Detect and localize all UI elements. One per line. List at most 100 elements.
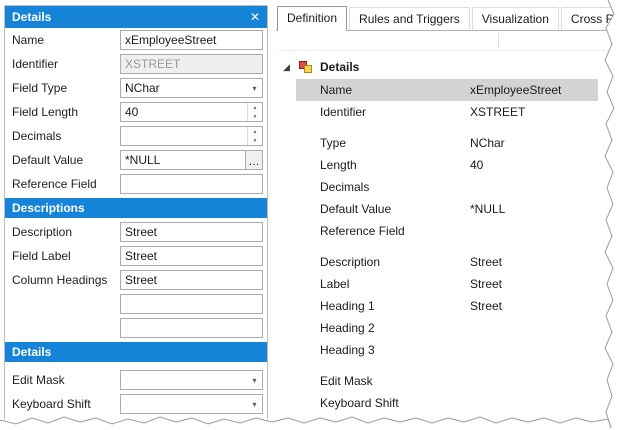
- spin-down-button[interactable]: ▼: [248, 112, 262, 121]
- tab-definition[interactable]: Definition: [277, 6, 347, 31]
- property-label: Keyboard Shift: [320, 396, 470, 410]
- dropdown-arrow-icon[interactable]: ▾: [247, 371, 262, 389]
- tab-bar: Definition Rules and Triggers Visualizat…: [276, 5, 635, 31]
- column-heading-2-input[interactable]: [120, 294, 263, 314]
- tab-visualization[interactable]: Visualization: [472, 7, 559, 30]
- property-row-description[interactable]: Description Street: [296, 251, 598, 273]
- tab-cross-references[interactable]: Cross References: [561, 7, 635, 30]
- default-value-browse-button[interactable]: …: [245, 151, 262, 169]
- property-row-type[interactable]: Type NChar: [296, 132, 598, 154]
- property-row-default-value[interactable]: Default Value *NULL: [296, 198, 598, 220]
- decimals-stepper[interactable]: ▲▼: [120, 126, 263, 146]
- reference-field-label: Reference Field: [12, 177, 120, 191]
- form-row: Default Value *NULL …: [5, 148, 267, 172]
- form-row: Description Street: [5, 220, 267, 244]
- row-gap: [276, 242, 635, 251]
- identifier-label: Identifier: [12, 57, 120, 71]
- form-row: Edit Mask ▾: [5, 368, 267, 392]
- keyboard-shift-label: Keyboard Shift: [12, 397, 120, 411]
- field-label-label: Field Label: [12, 249, 120, 263]
- field-type-label: Field Type: [12, 81, 120, 95]
- definition-panel: Definition Rules and Triggers Visualizat…: [276, 5, 635, 419]
- identifier-input: XSTREET: [120, 54, 263, 74]
- property-label: Label: [320, 277, 470, 291]
- description-value: Street: [121, 225, 262, 239]
- property-label: Description: [320, 255, 470, 269]
- column-headings-label: Column Headings: [12, 273, 120, 287]
- property-row-length[interactable]: Length 40: [296, 154, 598, 176]
- property-row-identifier[interactable]: Identifier XSTREET: [296, 101, 598, 123]
- property-row-heading-3[interactable]: Heading 3: [296, 339, 598, 361]
- panel-title: Details: [12, 10, 51, 24]
- column-headings-input[interactable]: Street: [120, 270, 263, 290]
- description-input[interactable]: Street: [120, 222, 263, 242]
- form-row: Keyboard Shift ▾: [5, 392, 267, 416]
- property-value: *NULL: [470, 202, 598, 216]
- property-row-keyboard-shift[interactable]: Keyboard Shift: [296, 392, 598, 414]
- default-value-input[interactable]: *NULL …: [120, 150, 263, 170]
- property-value: Street: [470, 299, 598, 313]
- property-value: NChar: [470, 136, 598, 150]
- tree-expander-icon[interactable]: ◢: [283, 62, 296, 73]
- field-label-value: Street: [121, 249, 262, 263]
- details-panel-header: Details ✕: [5, 6, 267, 28]
- field-icon: [299, 61, 313, 74]
- property-label: Name: [320, 83, 470, 97]
- property-value: xEmployeeStreet: [470, 83, 598, 97]
- dropdown-arrow-icon[interactable]: ▾: [247, 79, 262, 97]
- tab-rules-and-triggers[interactable]: Rules and Triggers: [349, 7, 470, 30]
- spin-up-button[interactable]: ▲: [248, 127, 262, 136]
- property-row-edit-mask[interactable]: Edit Mask: [296, 370, 598, 392]
- property-label: Length: [320, 158, 470, 172]
- property-label: Heading 2: [320, 321, 470, 335]
- dropdown-arrow-icon[interactable]: ▾: [247, 395, 262, 413]
- column-divider: [498, 33, 499, 48]
- edit-mask-select[interactable]: ▾: [120, 370, 263, 390]
- default-value-label: Default Value: [12, 153, 120, 167]
- property-label: Edit Mask: [320, 374, 470, 388]
- reference-field-input[interactable]: [120, 174, 263, 194]
- form-row: Column Headings Street: [5, 268, 267, 292]
- column-headings-value: Street: [121, 273, 262, 287]
- spinner: ▲▼: [247, 127, 262, 145]
- property-row-label[interactable]: Label Street: [296, 273, 598, 295]
- screen: Details ✕ Name xEmployeeStreet Identifie…: [0, 0, 635, 430]
- close-icon[interactable]: ✕: [250, 10, 260, 24]
- keyboard-shift-select[interactable]: ▾: [120, 394, 263, 414]
- field-length-label: Field Length: [12, 105, 120, 119]
- spin-up-button[interactable]: ▲: [248, 103, 262, 112]
- column-heading-3-input[interactable]: [120, 318, 263, 338]
- property-label: Reference Field: [320, 224, 470, 238]
- property-label: Type: [320, 136, 470, 150]
- field-label-input[interactable]: Street: [120, 246, 263, 266]
- property-label: Heading 1: [320, 299, 470, 313]
- field-type-select[interactable]: NChar ▾: [120, 78, 263, 98]
- property-value: XSTREET: [470, 105, 598, 119]
- grid-column-header: [276, 31, 635, 51]
- spinner: ▲▼: [247, 103, 262, 121]
- property-value: Street: [470, 277, 598, 291]
- descriptions-section-header: Descriptions: [5, 198, 267, 218]
- details-section-rows: Edit Mask ▾ Keyboard Shift ▾: [5, 368, 267, 416]
- name-input[interactable]: xEmployeeStreet: [120, 30, 263, 50]
- spin-down-button[interactable]: ▼: [248, 136, 262, 145]
- field-length-stepper[interactable]: 40 ▲▼: [120, 102, 263, 122]
- property-row-heading-1[interactable]: Heading 1 Street: [296, 295, 598, 317]
- property-label: Default Value: [320, 202, 470, 216]
- property-row-heading-2[interactable]: Heading 2: [296, 317, 598, 339]
- property-value: 40: [470, 158, 598, 172]
- form-row: Reference Field: [5, 172, 267, 196]
- row-gap: [276, 123, 635, 132]
- property-row-decimals[interactable]: Decimals: [296, 176, 598, 198]
- tree-root-details[interactable]: ◢ Details: [276, 55, 635, 79]
- row-gap: [276, 361, 635, 370]
- property-row-reference-field[interactable]: Reference Field: [296, 220, 598, 242]
- identifier-value: XSTREET: [121, 57, 262, 71]
- property-row-name[interactable]: Name xEmployeeStreet: [296, 79, 598, 101]
- property-value: Street: [470, 255, 598, 269]
- tree-root-label: Details: [320, 60, 359, 74]
- property-label: Decimals: [320, 180, 470, 194]
- name-value: xEmployeeStreet: [121, 33, 262, 47]
- property-label: Heading 3: [320, 343, 470, 357]
- details-panel: Details ✕ Name xEmployeeStreet Identifie…: [4, 5, 268, 419]
